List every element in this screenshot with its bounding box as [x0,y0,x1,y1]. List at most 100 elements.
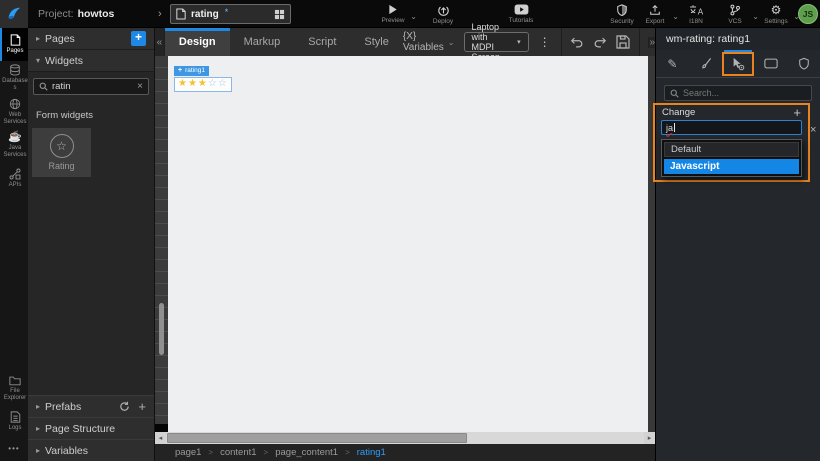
prefabs-section-header[interactable]: ▸ Prefabs + [28,395,154,417]
tab-style[interactable]: Style [350,28,402,56]
horizontal-scrollbar[interactable]: ◂ ▸ [155,432,655,444]
tab-styles[interactable] [689,50,722,77]
change-event-annotation-box: Change + ja Default Javascript [653,103,810,182]
export-label: Export [645,17,665,25]
prefabs-section-label: Prefabs [45,400,82,413]
undo-icon [570,37,583,47]
properties-search-input[interactable] [683,88,806,98]
preview-chevron-icon[interactable]: ⌄ [410,12,417,21]
breadcrumb-item-page-content1[interactable]: page_content1 [275,447,338,458]
caret-right-icon: ▸ [36,34,41,43]
shield-icon [798,57,809,70]
rail-item-web-services[interactable]: Web Services [0,95,28,129]
redo-button[interactable] [593,36,607,49]
editor-toolbar: « Design Markup Script Style {X} Variabl… [155,22,656,62]
canvas-options-kebab-icon[interactable]: ⋮ [538,35,552,49]
page-structure-section-label: Page Structure [45,422,116,435]
widget-group-label: Form widgets [36,110,94,121]
save-floppy-icon [616,35,630,49]
vcs-button[interactable]: VCS ⌄ [720,4,759,25]
rail-item-logs[interactable]: Logs [0,405,28,438]
add-event-icon[interactable]: + [793,106,801,119]
deploy-button[interactable]: Deploy [428,4,458,25]
settings-label: Settings [764,17,788,25]
redo-icon [594,37,607,47]
rail-label: APIs [8,181,22,188]
widget-search-input[interactable]: ratin × [33,78,149,95]
tab-events[interactable] [721,50,755,77]
canvas-row: + rating1 ★★★☆☆ [155,56,655,432]
variables-dropdown-button[interactable]: {X} Variables ⌄ [403,31,455,53]
tutorials-button[interactable]: Tutorials [506,4,536,24]
rating-widget-tile[interactable]: ☆ Rating [32,128,91,177]
add-page-button[interactable]: + [131,31,146,46]
change-event-label: Change [662,107,696,118]
rail-item-apis[interactable]: APIs [0,162,28,195]
wavemaker-logo[interactable] [0,0,28,28]
change-event-input[interactable]: ja [661,120,802,135]
rail-item-file-explorer[interactable]: File Explorer [0,372,28,405]
widget-name: rating1 [185,67,205,74]
project-name[interactable]: howtos [78,8,115,20]
settings-chevron-icon[interactable]: ⌄ [793,12,800,21]
project-label: Project: [38,8,74,20]
option-javascript[interactable]: Javascript [664,159,799,174]
collapse-left-panel-button[interactable]: « [155,28,165,56]
option-default[interactable]: Default [664,142,799,157]
i18n-button[interactable]: A I18N [681,4,711,25]
properties-search[interactable] [664,85,812,101]
scroll-right-arrow-icon[interactable]: ▸ [644,432,655,444]
tab-device[interactable] [754,50,787,77]
breadcrumb-item-content1[interactable]: content1 [220,447,256,458]
scroll-left-arrow-icon[interactable]: ◂ [155,432,166,444]
refresh-icon[interactable] [119,401,130,412]
breadcrumb-item-rating1[interactable]: rating1 [357,447,386,458]
add-prefab-icon[interactable]: + [138,400,146,413]
user-avatar[interactable]: JS [798,4,818,24]
folder-icon [9,376,21,386]
device-selector[interactable]: Laptop with MDPI Screen ▾ [463,22,529,62]
undo-button[interactable] [570,36,584,49]
horizontal-scrollbar-track[interactable] [166,432,644,444]
vcs-chevron-icon[interactable]: ⌄ [752,12,759,21]
tab-design[interactable]: Design [164,28,230,56]
rail-item-pages[interactable]: Pages [0,28,28,61]
export-button[interactable]: Export ⌄ [640,4,679,25]
widgets-section-header[interactable]: ▾ Widgets [28,50,154,72]
topbar-actions: Preview ⌄ Deploy Tutorials [378,0,536,28]
pages-section-header[interactable]: ▸ Pages + [28,28,154,50]
preview-button[interactable]: Preview ⌄ [378,4,417,24]
rail-item-java-services[interactable]: ☕ Java Services [0,129,28,162]
tab-script[interactable]: Script [294,28,350,56]
vertical-scrollbar-thumb[interactable] [159,303,164,355]
security-button[interactable]: Security [607,3,637,25]
horizontal-scrollbar-thumb[interactable] [167,433,467,443]
tab-properties[interactable]: ✎ [656,50,689,77]
settings-button[interactable]: ⚙ Settings ⌄ [761,4,800,25]
tab-markup[interactable]: Markup [230,28,295,56]
rail-more-button[interactable]: ••• [0,438,28,461]
save-button[interactable] [616,35,630,49]
export-chevron-icon[interactable]: ⌄ [672,12,679,21]
rail-spacer [0,195,28,372]
database-icon [10,64,20,76]
rail-item-databases[interactable]: Databases [0,61,28,95]
variables-section-header[interactable]: ▸ Variables [28,439,154,461]
device-selector-arrow-icon: ▾ [517,39,521,46]
clear-search-icon[interactable]: × [137,81,143,92]
breadcrumb-item-page1[interactable]: page1 [175,447,201,458]
remove-event-icon[interactable]: × [810,124,816,136]
pages-icon [10,34,20,46]
page-name-input[interactable]: rating * [170,4,291,24]
design-canvas[interactable]: + rating1 ★★★☆☆ [168,56,648,432]
properties-panel-title: wm-rating: rating1 [656,28,820,50]
properties-panel: wm-rating: rating1 ✎ Search... Change + … [653,28,820,461]
widget-selection-label[interactable]: + rating1 [174,66,209,76]
caret-right-icon: ▸ [36,446,41,455]
page-structure-section-header[interactable]: ▸ Page Structure [28,417,154,439]
rating1-widget[interactable]: + rating1 ★★★☆☆ [174,59,232,92]
page-grid-icon[interactable] [274,9,285,20]
rating-stars[interactable]: ★★★☆☆ [174,77,232,92]
tab-security[interactable] [787,50,820,77]
security-label: Security [610,17,634,25]
